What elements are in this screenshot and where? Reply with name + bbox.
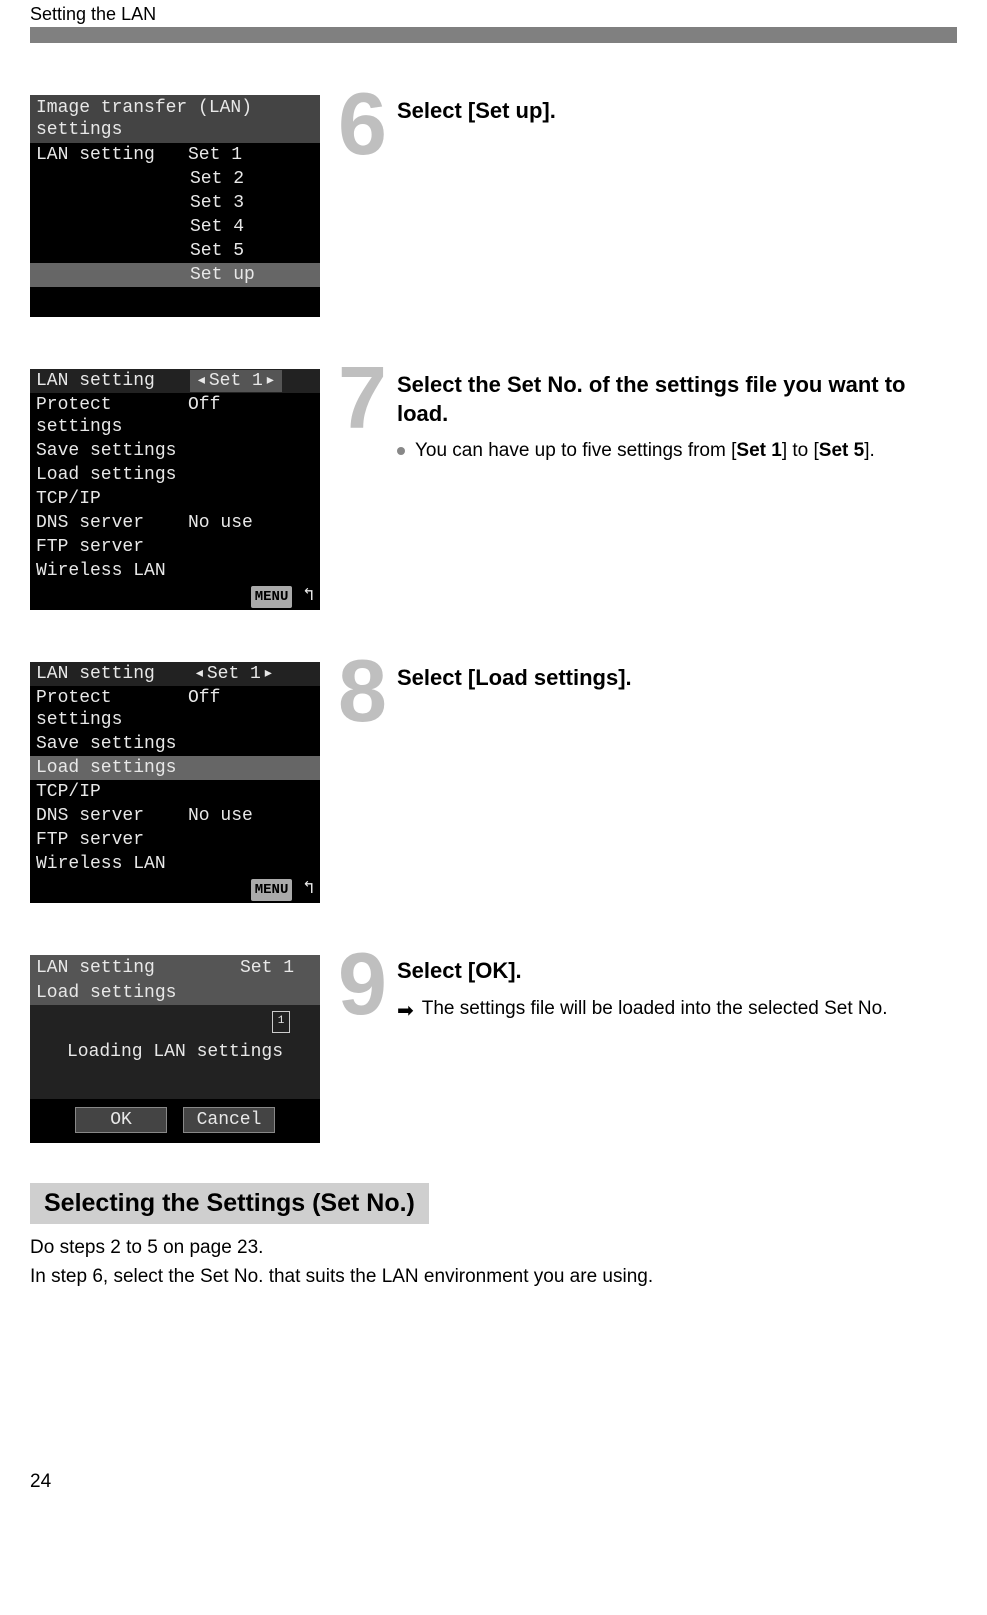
step-7: LAN settingSet 1 Protect settingsOff Sav… [30, 369, 957, 610]
s8r5l: DNS server [36, 805, 188, 827]
screen6-opt-1: Set 2 [190, 168, 244, 190]
screen-step8: LAN settingSet 1 Protect settingsOff Sav… [30, 662, 320, 903]
screen6-title: Image transfer (LAN) settings [30, 95, 320, 143]
s8r1l: Protect settings [36, 687, 188, 731]
s9-title-label: LAN setting [36, 957, 240, 979]
s7b-post: ]. [864, 440, 875, 461]
step9-arrow-row: ➡ The settings file will be loaded into … [397, 996, 957, 1025]
s8r5v: No use [188, 805, 314, 827]
step8-number: 8 [338, 656, 387, 726]
s7b-b1: Set 1 [736, 440, 781, 461]
s9-sub: Load settings [30, 981, 320, 1005]
screen6-row-label: LAN setting [36, 144, 188, 166]
s8r0v: Set 1 [188, 663, 280, 685]
s7r2l: Save settings [36, 440, 188, 462]
step7-number: 7 [338, 363, 387, 433]
s7r0v: Set 1 [190, 370, 282, 392]
s8r7l: Wireless LAN [36, 853, 188, 875]
bullet-icon [397, 447, 405, 455]
s8-menu: MENU [251, 879, 293, 901]
screen-step6: Image transfer (LAN) settings LAN settin… [30, 95, 320, 317]
ok-button[interactable]: OK [75, 1107, 167, 1133]
section-heading: Selecting the Settings (Set No.) [30, 1183, 429, 1224]
s7r1v: Off [188, 394, 314, 438]
s7-menu: MENU [251, 586, 293, 608]
screen-step7: LAN settingSet 1 Protect settingsOff Sav… [30, 369, 320, 610]
s8r6l: FTP server [36, 829, 188, 851]
header-rule [30, 27, 957, 43]
s9-message: Loading LAN settings [67, 1041, 283, 1063]
step7-title: Select the Set No. of the settings file … [397, 371, 957, 428]
screen-step9: LAN settingSet 1 Load settings 1 Loading… [30, 955, 320, 1143]
step6-number: 6 [338, 89, 387, 159]
s8r1v: Off [188, 687, 314, 731]
page-header: Setting the LAN [30, 4, 957, 25]
s7b-b2: Set 5 [819, 440, 864, 461]
s7b-pre: You can have up to five settings from [ [415, 440, 736, 461]
s7r6l: FTP server [36, 536, 188, 558]
s7r5v: No use [188, 512, 314, 534]
arrow-icon: ➡ [397, 997, 414, 1025]
section-line1: Do steps 2 to 5 on page 23. [30, 1234, 957, 1263]
s7r5l: DNS server [36, 512, 188, 534]
step8-title: Select [Load settings]. [397, 664, 957, 693]
cancel-button[interactable]: Cancel [183, 1107, 275, 1133]
s9-title-value: Set 1 [240, 957, 294, 979]
s7r7l: Wireless LAN [36, 560, 188, 582]
s7r4l: TCP/IP [36, 488, 188, 510]
step-9: LAN settingSet 1 Load settings 1 Loading… [30, 955, 957, 1143]
s8r4l: TCP/IP [36, 781, 188, 803]
s7r0l: LAN setting [36, 370, 188, 392]
section-line2: In step 6, select the Set No. that suits… [30, 1263, 957, 1292]
s7b-mid: ] to [ [782, 440, 819, 461]
s7r3l: Load settings [36, 464, 188, 486]
step-8: LAN settingSet 1 Protect settingsOff Sav… [30, 662, 957, 903]
step9-title: Select [OK]. [397, 957, 957, 986]
step6-title: Select [Set up]. [397, 97, 957, 126]
screen6-opt-0: Set 1 [188, 144, 314, 166]
step7-bullet: You can have up to five settings from [S… [397, 438, 957, 465]
screen6-opt-2: Set 3 [190, 192, 244, 214]
card-icon: 1 [272, 1011, 290, 1033]
step-6: Image transfer (LAN) settings LAN settin… [30, 95, 957, 317]
screen6-opt-3: Set 4 [190, 216, 244, 238]
screen6-opt-5: Set up [190, 264, 255, 286]
step9-number: 9 [338, 949, 387, 1019]
page-number: 24 [30, 1471, 957, 1503]
step9-arrow-text: The settings file will be loaded into th… [422, 996, 888, 1023]
s8r3l: Load settings [36, 757, 188, 779]
s7r1l: Protect settings [36, 394, 188, 438]
screen6-opt-4: Set 5 [190, 240, 244, 262]
s8r2l: Save settings [36, 733, 188, 755]
s8r0l: LAN setting [36, 663, 188, 685]
